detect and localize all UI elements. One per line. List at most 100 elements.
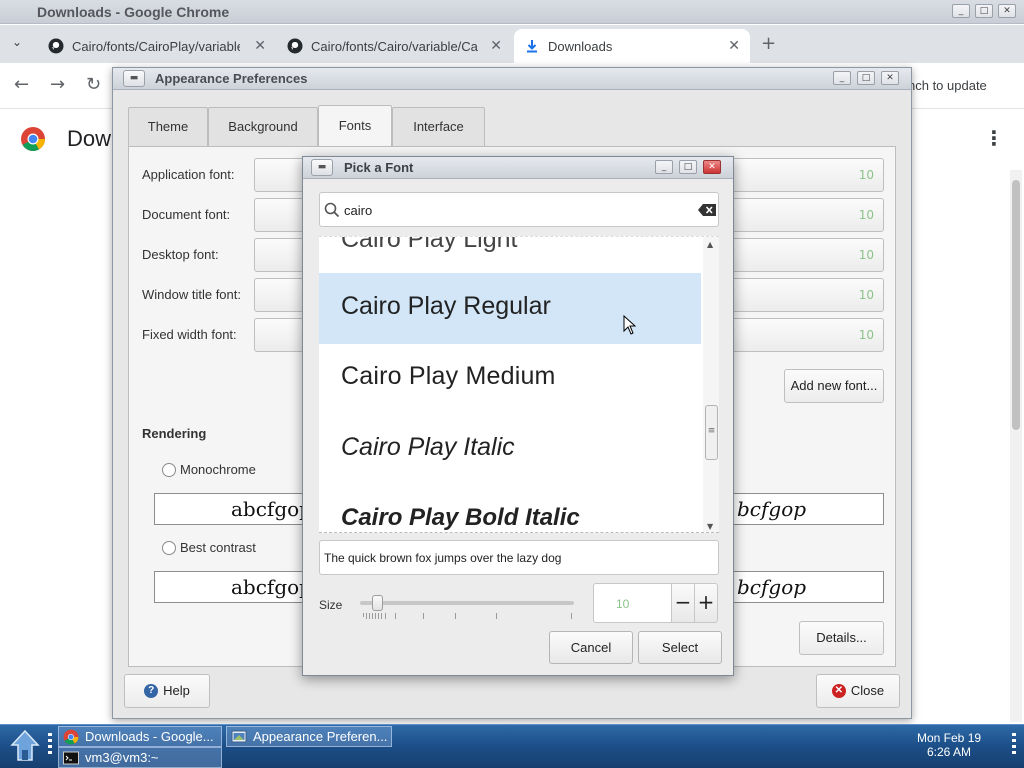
tab-cairoplay[interactable]: Cairo/fonts/CairoPlay/variable ✕ [38,29,276,63]
close-button[interactable]: ✕ [703,160,721,174]
scroll-down-arrow-icon[interactable]: ▼ [707,522,713,531]
application-font-label: Application font: [142,167,235,182]
size-slider-handle[interactable] [372,595,383,611]
font-preview-field[interactable]: The quick brown fox jumps over the lazy … [319,540,719,575]
window-title-font-label: Window title font: [142,287,241,302]
font-search-input[interactable]: cairo [319,192,719,227]
more-menu-icon[interactable]: ⋮ [984,126,1004,150]
start-menu-icon[interactable] [9,728,41,764]
font-name: Cairo Play Italic [341,433,515,461]
document-font-label: Document font: [142,207,231,222]
scrollbar-thumb[interactable]: ≡ [705,405,718,460]
window-menu-icon[interactable]: ▬ [311,159,333,176]
window-menu-icon[interactable]: ▬ [123,70,145,87]
size-decrease-button[interactable]: − [671,583,695,623]
font-list-item-selected[interactable]: Cairo Play Regular [319,273,701,344]
terminal-icon [63,751,79,764]
update-button[interactable]: nch to update [908,78,987,93]
cancel-button[interactable]: Cancel [549,631,633,664]
chrome-icon [63,729,79,744]
back-arrow-icon[interactable]: ← [14,74,29,95]
tab-downloads[interactable]: Downloads ✕ [514,29,750,63]
clock-time: 6:26 AM [927,745,972,759]
taskbar-item-appearance[interactable]: Appearance Preferen... [226,726,392,747]
tab-close-icon[interactable]: ✕ [490,37,502,54]
font-list-item[interactable]: Cairo Play Italic [319,415,701,486]
taskbar-item-label: Downloads - Google... [85,729,214,744]
tab-search-icon[interactable]: ⌄ [12,35,22,49]
tab-interface[interactable]: Interface [392,107,485,146]
font-name: Cairo Play Regular [341,292,551,320]
font-list[interactable]: Cairo Play Light Cairo Play Regular Cair… [319,236,719,533]
monochrome-radio[interactable] [162,463,176,477]
tab-label: Downloads [548,38,613,54]
mouse-cursor-icon [623,315,637,335]
tab-theme[interactable]: Theme [128,107,208,146]
size-slider[interactable] [360,595,574,611]
taskbar-item-label: Appearance Preferen... [253,729,388,744]
desktop-font-label: Desktop font: [142,247,219,262]
page-title: Dow [67,126,112,151]
size-label: Size [319,598,343,612]
fixed-width-font-label: Fixed width font: [142,327,237,342]
window-title: Appearance Preferences [155,71,308,86]
font-name: Cairo Play Bold Italic [341,504,580,531]
close-label: Close [850,683,885,698]
dialog-title: Pick a Font [344,160,414,175]
font-list-item[interactable]: Cairo Play Bold Italic [319,486,701,532]
maximize-button[interactable]: □ [975,4,993,18]
preview-text-right: bcfgop [737,575,807,599]
tab-background[interactable]: Background [208,107,318,146]
page-scrollbar[interactable] [1010,170,1022,722]
font-list-item[interactable]: Cairo Play Medium [319,344,701,415]
minimize-button[interactable]: _ [833,71,851,85]
help-label: Help [163,683,190,698]
tab-strip: ⌄ Cairo/fonts/CairoPlay/variable ✕ Cairo… [0,25,1024,63]
close-button[interactable]: ✕ Close [816,674,900,708]
scrollbar-thumb[interactable] [1012,180,1020,430]
new-tab-button[interactable]: + [761,33,776,54]
preview-text-right: bcfgop [737,497,807,521]
clock-date: Mon Feb 19 [917,731,982,745]
select-button[interactable]: Select [638,631,722,664]
tab-cairo[interactable]: Cairo/fonts/Cairo/variable/Ca ✕ [277,29,512,63]
tab-close-icon[interactable]: ✕ [728,37,740,54]
details-button[interactable]: Details... [799,621,884,655]
forward-arrow-icon[interactable]: → [50,74,65,95]
tab-fonts[interactable]: Fonts [318,105,392,147]
maximize-button[interactable]: □ [679,160,697,174]
reload-icon[interactable]: ↻ [86,74,101,95]
minimize-button[interactable]: _ [952,4,970,18]
chrome-logo-icon [21,127,45,152]
taskbar-item-label: vm3@vm3:~ [85,750,159,765]
add-new-font-button[interactable]: Add new font... [784,369,884,403]
scroll-up-arrow-icon[interactable]: ▲ [707,240,713,249]
close-button[interactable]: ✕ [998,4,1016,18]
best-contrast-label: Best contrast [180,540,256,555]
show-desktop-handle[interactable] [1012,733,1016,757]
font-name: Cairo Play Light [341,236,518,253]
chrome-title: Downloads - Google Chrome [37,4,230,20]
tab-close-icon[interactable]: ✕ [254,37,266,54]
font-list-scrollbar[interactable]: ▲ ≡ ▼ [703,237,719,532]
taskbar-item-chrome[interactable]: Downloads - Google... [58,726,222,747]
preview-text: abcfgop [231,497,312,521]
taskbar: Downloads - Google... Appearance Prefere… [0,724,1024,768]
close-button[interactable]: ✕ [881,71,899,85]
help-button[interactable]: ? Help [124,674,210,708]
font-list-item[interactable]: Cairo Play Light [319,236,701,278]
monochrome-label: Monochrome [180,462,256,477]
size-value-field[interactable]: 10 [593,583,672,623]
taskbar-handle[interactable] [48,733,52,757]
clock[interactable]: Mon Feb 19 6:26 AM [917,731,981,759]
size-increase-button[interactable]: + [694,583,718,623]
minimize-button[interactable]: _ [655,160,673,174]
dialog-titlebar: ▬ Pick a Font _ □ ✕ [303,157,733,179]
clear-search-icon[interactable] [698,204,716,216]
tab-label: Cairo/fonts/Cairo/variable/Ca [311,38,478,54]
font-size: 10 [858,208,874,222]
taskbar-item-terminal[interactable]: vm3@vm3:~ [58,747,222,768]
best-contrast-radio[interactable] [162,541,176,555]
maximize-button[interactable]: □ [857,71,875,85]
font-size: 10 [858,248,874,262]
